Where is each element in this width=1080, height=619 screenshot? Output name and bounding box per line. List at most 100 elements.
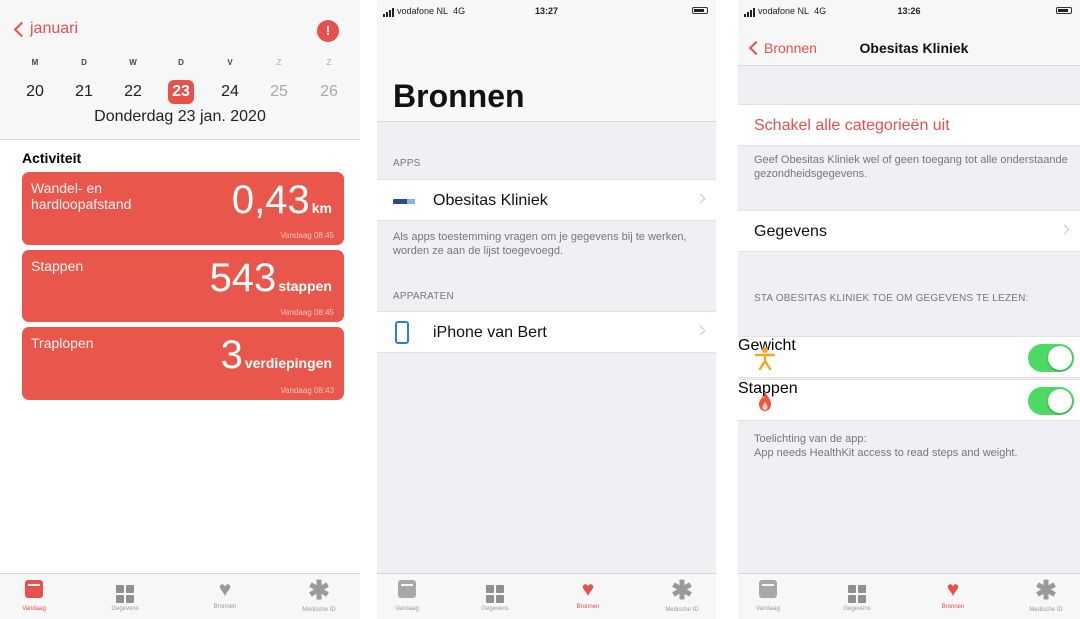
tab-label: Vandaag (395, 606, 419, 612)
data-row[interactable]: Gegevens (738, 210, 1080, 252)
date-cell[interactable]: 24 (217, 80, 243, 104)
person-icon (754, 347, 776, 370)
app-description-title: Toelichting van de app: (754, 433, 867, 445)
access-footnote: Geef Obesitas Kliniek wel of geen toegan… (754, 154, 1068, 180)
activity-card-distance[interactable]: Wandel- en hardloopafstand 0,43 km Vandaa… (22, 172, 344, 245)
card-number: 543 (209, 256, 277, 300)
app-row[interactable]: Obesitas Kliniek (377, 179, 716, 221)
card-timestamp: Vandaag 08:43 (280, 386, 334, 395)
section-title: Activiteit (22, 150, 82, 166)
weekday-label: Z (276, 58, 282, 67)
selected-date-title: Donderdag 23 jan. 2020 (94, 108, 266, 125)
group-header-devices: APPARATEN (393, 291, 454, 302)
card-number: 0,43 (231, 178, 310, 222)
disable-all-row[interactable]: Schakel alle categorieën uit (738, 104, 1080, 146)
tab-label: Bronnen (213, 604, 237, 610)
activity-card-stairs[interactable]: Traplopen 3 verdiepingen Vandaag 08:43 (22, 327, 344, 400)
tab-sources[interactable]: ♥ Bronnen (195, 578, 255, 610)
tab-medical-id[interactable]: ✱ Medische ID (652, 577, 712, 613)
permission-row-weight: Gewicht (738, 336, 1080, 378)
sources-screen: vodafone NL 4G 13:27 Bronnen APPS Obesit… (377, 0, 716, 619)
card-number: 3 (220, 333, 243, 377)
disable-all-label: Schakel alle categorieën uit (754, 117, 950, 134)
card-unit: stappen (278, 278, 332, 294)
today-icon (398, 580, 416, 598)
tab-medical-id[interactable]: ✱ Medische ID (289, 577, 349, 613)
weight-toggle[interactable] (1028, 344, 1074, 372)
data-row-label: Gegevens (754, 223, 827, 240)
date-cell[interactable]: 21 (71, 80, 97, 104)
steps-toggle[interactable] (1028, 387, 1074, 415)
grid-icon (116, 585, 134, 603)
asterisk-icon: ✱ (1035, 575, 1057, 605)
card-value: 0,43 km (232, 180, 332, 220)
app-description: Toelichting van de app: App needs Health… (754, 432, 1054, 460)
tab-label: Bronnen (941, 604, 965, 610)
chevron-right-icon (695, 193, 706, 204)
weekday-label: D (178, 58, 184, 67)
tab-today[interactable]: Vandaag (4, 580, 64, 612)
tab-label: Medische ID (1029, 607, 1063, 613)
profile-icon[interactable]: ! (317, 20, 339, 42)
flame-icon (759, 391, 771, 411)
tab-label: Gegevens (481, 606, 509, 612)
card-label: Stappen (31, 258, 84, 274)
heart-icon: ♥ (218, 578, 232, 601)
card-value: 3 verdiepingen (221, 335, 332, 375)
tab-bar: Vandaag Gegevens ♥ Bronnen ✱ Medische ID (377, 573, 716, 619)
battery-icon (692, 7, 708, 14)
group-header-read: STA OBESITAS KLINIEK TOE OM GEGEVENS TE … (754, 293, 1029, 304)
card-label: Traplopen (31, 335, 94, 351)
tab-label: Medische ID (665, 607, 699, 613)
app-name: Obesitas Kliniek (433, 192, 548, 209)
chevron-right-icon (695, 325, 706, 336)
tab-sources[interactable]: ♥ Bronnen (923, 578, 983, 610)
card-timestamp: Vandaag 08:45 (280, 231, 334, 240)
heart-icon: ♥ (946, 578, 960, 601)
activity-card-steps[interactable]: Stappen 543 stappen Vandaag 08:45 (22, 250, 344, 322)
tab-label: Gegevens (843, 606, 871, 612)
tab-label: Vandaag (756, 606, 780, 612)
tab-label: Medische ID (302, 607, 336, 613)
card-unit: km (311, 200, 332, 216)
tab-bar: Vandaag Gegevens ♥ Bronnen ✱ Medische ID (738, 573, 1080, 619)
calendar-header: januari ! M D W D V Z Z 20 21 22 23 24 2… (0, 0, 360, 140)
group-header-apps: APPS (393, 158, 421, 169)
weekday-label: M (31, 58, 39, 67)
screenshot-collage: januari ! M D W D V Z Z 20 21 22 23 24 2… (0, 0, 1080, 619)
date-cell[interactable]: 26 (316, 80, 342, 104)
status-time: 13:27 (534, 6, 559, 16)
tab-today[interactable]: Vandaag (738, 580, 798, 612)
app-description-text: App needs HealthKit access to read steps… (754, 447, 1018, 459)
weekday-label: V (227, 58, 233, 67)
page-title: Bronnen (393, 78, 525, 114)
app-permissions-screen: vodafone NL 4G 13:26 Bronnen Obesitas Kl… (738, 0, 1080, 619)
weekday-label: W (129, 58, 137, 67)
date-cell[interactable]: 22 (120, 80, 146, 104)
device-row[interactable]: iPhone van Bert (377, 311, 716, 353)
card-unit: verdiepingen (244, 355, 332, 371)
tab-medical-id[interactable]: ✱ Medische ID (1016, 575, 1076, 613)
weekday-label: D (81, 58, 87, 67)
card-value: 543 stappen (210, 258, 332, 298)
tab-data[interactable]: Gegevens (827, 580, 887, 612)
navigation-bar: vodafone NL 4G 13:26 Bronnen Obesitas Kl… (738, 0, 1080, 66)
apps-footnote: Als apps toestemming vragen om je gegeve… (393, 231, 687, 257)
status-bar: vodafone NL 4G 13:26 (738, 0, 1080, 20)
battery-icon (1056, 7, 1072, 14)
chevron-right-icon (1059, 224, 1070, 235)
back-button-month[interactable]: januari (12, 20, 78, 38)
today-icon (25, 580, 43, 598)
date-cell[interactable]: 20 (22, 80, 48, 104)
date-cell-selected[interactable]: 23 (168, 80, 194, 104)
back-label: januari (30, 20, 79, 37)
date-cell[interactable]: 25 (266, 80, 292, 104)
tab-today[interactable]: Vandaag (377, 580, 437, 612)
tab-sources[interactable]: ♥ Bronnen (558, 579, 618, 610)
tab-data[interactable]: Gegevens (465, 580, 525, 612)
status-time: 13:26 (897, 6, 921, 16)
tab-label: Bronnen (576, 604, 600, 610)
tab-data[interactable]: Gegevens (95, 580, 155, 612)
grid-icon (486, 585, 504, 603)
device-name: iPhone van Bert (433, 324, 547, 341)
